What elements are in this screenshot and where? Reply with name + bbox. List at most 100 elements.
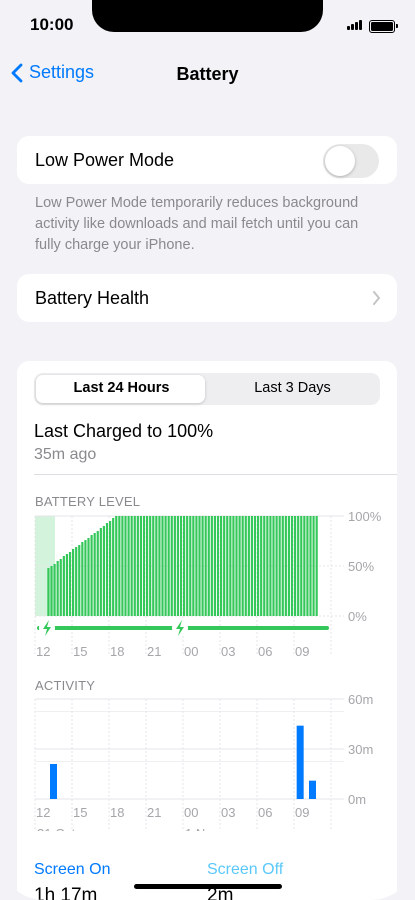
battery-level-bar: [84, 540, 87, 616]
battery-x-tick: 15: [73, 644, 87, 659]
battery-level-bar: [136, 516, 139, 616]
battery-level-bar: [253, 516, 257, 616]
battery-level-bar: [102, 526, 106, 616]
battery-level-bar: [105, 523, 109, 616]
battery-level-bar: [47, 568, 50, 616]
battery-level-bar: [247, 516, 250, 616]
battery-level-bar: [306, 516, 309, 616]
battery-level-bar: [220, 516, 223, 616]
battery-level-bar: [315, 516, 318, 616]
last-charged-time: 35m ago: [34, 446, 97, 463]
battery-level-bar: [133, 516, 136, 616]
divider: [34, 474, 397, 475]
activity-date-label: 1 Nov: [185, 826, 219, 831]
battery-level-bar: [96, 531, 99, 616]
battery-level-bar: [294, 516, 297, 616]
battery-level-bar: [266, 516, 269, 616]
battery-level-bar: [59, 559, 62, 616]
battery-x-tick: 09: [295, 644, 309, 659]
battery-level-bar: [81, 542, 84, 616]
low-power-mode-toggle[interactable]: [323, 144, 379, 178]
last-charged-title: Last Charged to 100%: [34, 421, 214, 441]
battery-level-bar: [263, 516, 266, 616]
battery-level-bar: [284, 516, 287, 616]
battery-level-bar: [142, 516, 146, 616]
battery-level-bar: [290, 516, 294, 616]
battery-health-row[interactable]: Battery Health: [17, 274, 397, 322]
activity-x-tick: 03: [221, 805, 235, 820]
battery-level-bar: [244, 516, 247, 616]
battery-y-tick: 50%: [348, 559, 374, 574]
battery-level-bar: [90, 535, 93, 616]
battery-level-bar: [309, 516, 312, 616]
battery-level-bar: [158, 516, 161, 616]
battery-level-bar: [146, 516, 149, 616]
chevron-right-icon: [373, 291, 380, 305]
activity-y-tick: 30m: [348, 742, 373, 757]
page-title: Battery: [176, 64, 239, 84]
battery-level-bar: [170, 516, 173, 616]
activity-x-tick: 12: [36, 805, 50, 820]
activity-x-tick: 15: [73, 805, 87, 820]
tab-last-24-hours[interactable]: Last 24 Hours: [36, 380, 207, 396]
battery-level-bar: [99, 528, 102, 616]
battery-level-bar: [179, 516, 183, 616]
low-power-mode-footnote: Low Power Mode temporarily reduces backg…: [35, 195, 359, 253]
battery-level-bar: [312, 516, 315, 616]
activity-x-tick: 00: [184, 805, 198, 820]
home-indicator[interactable]: [134, 884, 282, 889]
battery-level-bar: [75, 547, 78, 616]
battery-level-bar: [238, 516, 241, 616]
battery-level-bar: [216, 516, 220, 616]
battery-health-label: Battery Health: [35, 288, 150, 308]
battery-level-bar: [210, 516, 213, 616]
screen-off-label: Screen Off: [207, 861, 284, 878]
battery-level-bar: [121, 516, 124, 616]
battery-x-tick: 12: [36, 644, 50, 659]
battery-level-bar: [78, 545, 81, 616]
battery-level-bar: [62, 556, 65, 616]
battery-level-bar: [87, 538, 90, 616]
battery-level-bar: [93, 533, 96, 616]
battery-level-bar: [226, 516, 229, 616]
battery-level-bar: [260, 516, 263, 616]
status-icons: [347, 17, 398, 35]
battery-level-bar: [297, 516, 300, 616]
battery-level-bar: [167, 516, 170, 616]
screen-on-value: 1h 17m: [34, 885, 98, 900]
battery-level-bar: [281, 516, 284, 616]
battery-level-chart: 100% 50% 0% 12 15 18 21 00 03 06 09: [34, 511, 382, 659]
battery-level-bar: [115, 516, 118, 616]
navigation-bar: Settings Battery: [0, 58, 415, 88]
battery-level-bar: [192, 516, 195, 616]
status-time: 10:00: [30, 15, 74, 34]
battery-level-bar: [127, 516, 130, 616]
battery-level-bar: [65, 554, 69, 616]
low-power-mode-label: Low Power Mode: [35, 150, 175, 170]
battery-y-tick: 100%: [348, 511, 382, 524]
tab-last-3-days[interactable]: Last 3 Days: [207, 380, 378, 396]
battery-x-tick: 06: [258, 644, 272, 659]
battery-level-bar: [275, 516, 278, 616]
battery-level-bar: [152, 516, 155, 616]
battery-level-bar: [229, 516, 232, 616]
activity-x-tick: 18: [110, 805, 124, 820]
battery-level-bar: [109, 521, 112, 616]
battery-level-bar: [130, 516, 133, 616]
battery-level-bar: [287, 516, 291, 616]
battery-level-bar: [186, 516, 189, 616]
battery-level-bar: [213, 516, 217, 616]
battery-level-bar: [53, 564, 56, 616]
battery-level-bar: [50, 566, 53, 616]
battery-level-bar: [56, 561, 59, 616]
battery-level-bar: [173, 516, 176, 616]
activity-chart: 60m 30m 0m 12 15 18 21 00 03 06 09 31 Oct 1 Nov: [34, 692, 373, 831]
battery-x-tick: 00: [184, 644, 198, 659]
battery-level-bar: [176, 516, 180, 616]
battery-level-bar: [68, 552, 72, 616]
activity-x-tick: 09: [295, 805, 309, 820]
time-range-segmented-control: Last 24 Hours Last 3 Days: [34, 373, 380, 405]
cellular-signal-icon: [347, 17, 363, 35]
battery-level-bar: [161, 516, 164, 616]
battery-level-bar: [250, 516, 254, 616]
